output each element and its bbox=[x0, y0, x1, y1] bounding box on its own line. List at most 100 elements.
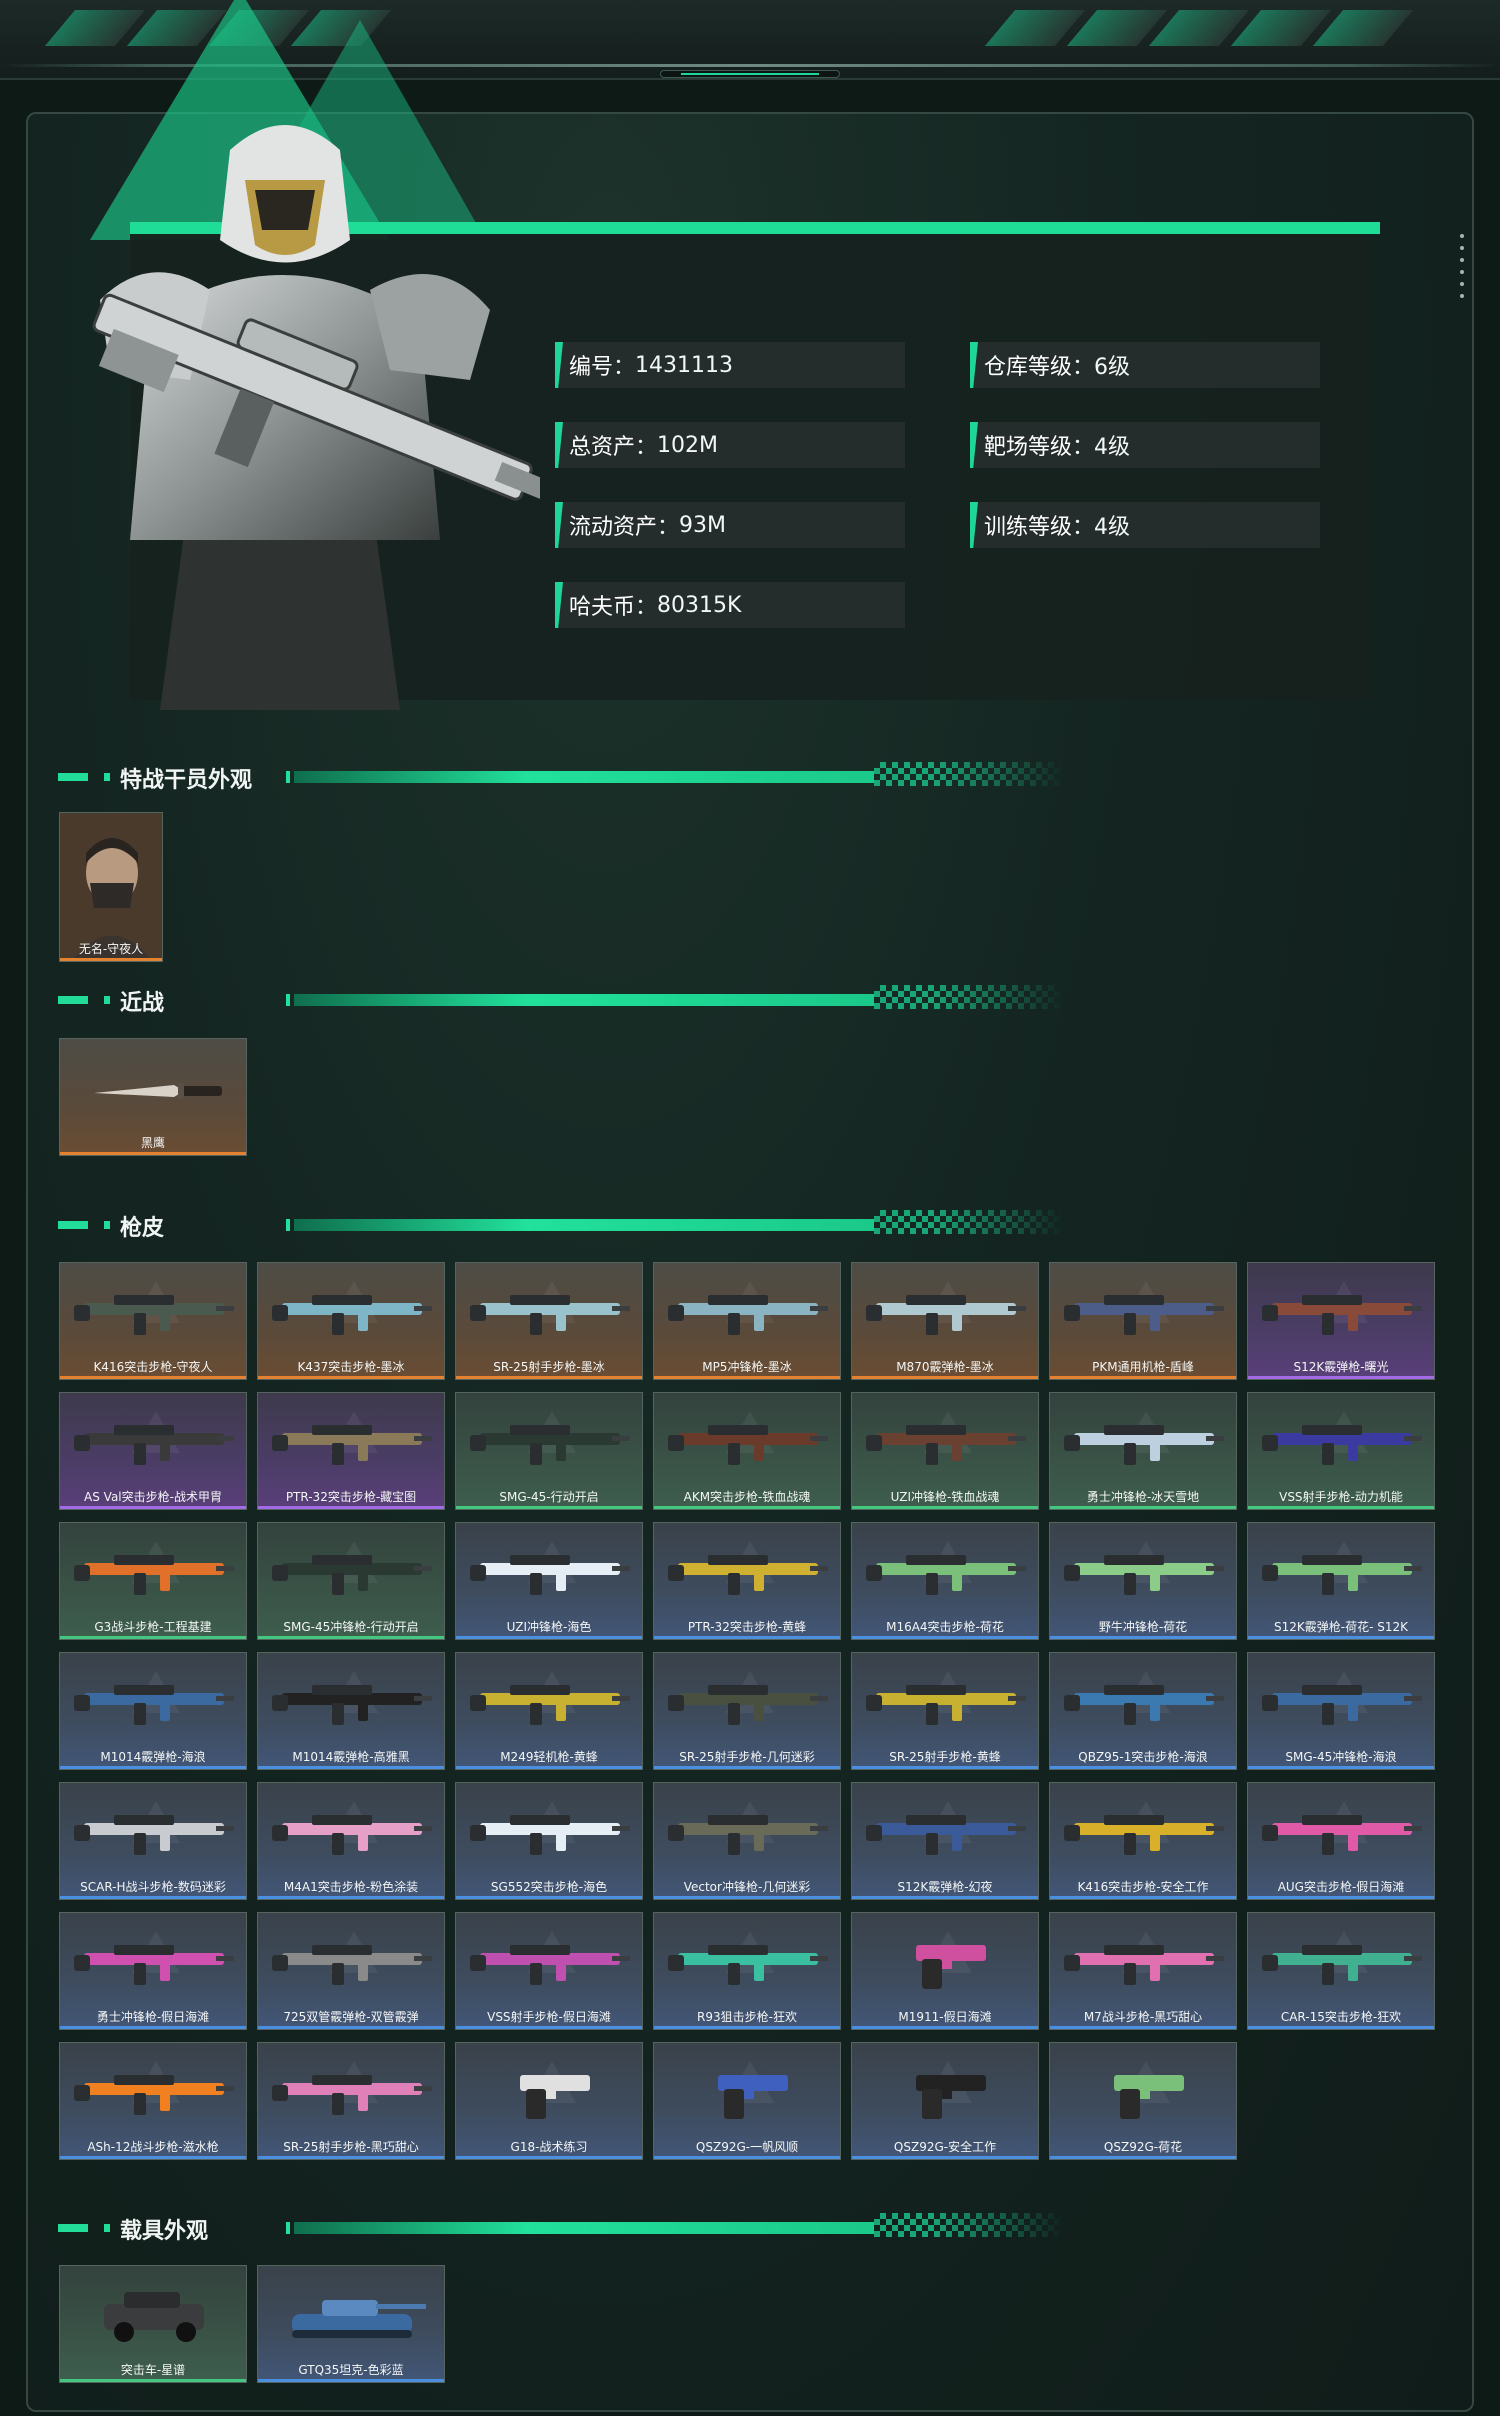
rarity-bar bbox=[60, 1506, 246, 1509]
gunskin-card[interactable]: M4A1突击步枪-粉色涂装 bbox=[257, 1782, 445, 1900]
melee-card[interactable]: 黑鹰 bbox=[59, 1038, 247, 1156]
gunskin-card[interactable]: G3战斗步枪-工程基建 bbox=[59, 1522, 247, 1640]
section-header-operator: 特战干员外观 bbox=[58, 762, 1068, 793]
item-label: M16A4突击步枪-荷花 bbox=[886, 1620, 1004, 1634]
gunskin-card[interactable]: QSZ92G-荷花 bbox=[1049, 2042, 1237, 2160]
gunskin-card[interactable]: SR-25射手步枪-黄蜂 bbox=[851, 1652, 1039, 1770]
gunskin-card[interactable]: S12K霰弹枪-曙光 bbox=[1247, 1262, 1435, 1380]
item-label: 野牛冲锋枪-荷花 bbox=[1098, 1620, 1188, 1634]
item-label: SG552突击步枪-海色 bbox=[490, 1880, 608, 1894]
gunskin-card[interactable]: AUG突击步枪-假日海滩 bbox=[1247, 1782, 1435, 1900]
vehicle-card[interactable]: 突击车-星谱 bbox=[59, 2265, 247, 2383]
rarity-bar bbox=[60, 1896, 246, 1899]
gunskin-card[interactable]: CAR-15突击步枪-狂欢 bbox=[1247, 1912, 1435, 2030]
gunskin-card[interactable]: 野牛冲锋枪-荷花 bbox=[1049, 1522, 1237, 1640]
item-label: S12K霰弹枪-荷花- S12K bbox=[1274, 1620, 1408, 1634]
gunskin-card[interactable]: Vector冲锋枪-几何迷彩 bbox=[653, 1782, 841, 1900]
item-label: PKM通用机枪-盾峰 bbox=[1092, 1360, 1194, 1374]
item-label: SMG-45冲锋枪-海浪 bbox=[1285, 1750, 1397, 1764]
scroll-dots[interactable] bbox=[1460, 234, 1464, 306]
rarity-bar bbox=[258, 2026, 444, 2029]
gun-icon bbox=[916, 2075, 986, 2119]
gunskin-card[interactable]: QSZ92G-安全工作 bbox=[851, 2042, 1039, 2160]
gun-icon bbox=[668, 1295, 828, 1335]
gunskin-card[interactable]: PKM通用机枪-盾峰 bbox=[1049, 1262, 1237, 1380]
gun-icon bbox=[74, 1295, 234, 1335]
gunskin-card[interactable]: UZI冲锋枪-铁血战魂 bbox=[851, 1392, 1039, 1510]
gunskin-card[interactable]: AS Val突击步枪-战术甲胄 bbox=[59, 1392, 247, 1510]
gunskin-card[interactable]: SR-25射手步枪-几何迷彩 bbox=[653, 1652, 841, 1770]
gunskin-card[interactable]: S12K霰弹枪-幻夜 bbox=[851, 1782, 1039, 1900]
item-label: AKM突击步枪-铁血战魂 bbox=[683, 1490, 811, 1504]
vehicle-card[interactable]: GTQ35坦克-色彩蓝 bbox=[257, 2265, 445, 2383]
gunskin-card[interactable]: SG552突击步枪-海色 bbox=[455, 1782, 643, 1900]
gun-icon bbox=[470, 1945, 630, 1985]
item-label: QBZ95-1突击步枪-海浪 bbox=[1078, 1750, 1208, 1764]
gun-icon bbox=[1064, 1295, 1224, 1335]
gun-icon bbox=[470, 1295, 630, 1335]
rarity-bar bbox=[852, 2026, 1038, 2029]
gunskin-card[interactable]: M1014霰弹枪-海浪 bbox=[59, 1652, 247, 1770]
gunskin-card[interactable]: ASh-12战斗步枪-滋水枪 bbox=[59, 2042, 247, 2160]
gun-icon bbox=[668, 1685, 828, 1725]
gunskin-card[interactable]: 勇士冲锋枪-假日海滩 bbox=[59, 1912, 247, 2030]
item-label: S12K霰弹枪-幻夜 bbox=[897, 1880, 993, 1894]
gunskin-card[interactable]: R93狙击步枪-狂欢 bbox=[653, 1912, 841, 2030]
gunskin-card[interactable]: M870霰弹枪-墨冰 bbox=[851, 1262, 1039, 1380]
item-label: SMG-45冲锋枪-行动开启 bbox=[283, 1620, 419, 1634]
gun-icon bbox=[1262, 1425, 1422, 1465]
gunskin-card[interactable]: 勇士冲锋枪-冰天雪地 bbox=[1049, 1392, 1237, 1510]
gunskin-card[interactable]: S12K霰弹枪-荷花- S12K bbox=[1247, 1522, 1435, 1640]
gun-icon bbox=[74, 1555, 234, 1595]
gunskin-card[interactable]: SMG-45冲锋枪-海浪 bbox=[1247, 1652, 1435, 1770]
gunskin-card[interactable]: PTR-32突击步枪-黄蜂 bbox=[653, 1522, 841, 1640]
gunskin-card[interactable]: UZI冲锋枪-海色 bbox=[455, 1522, 643, 1640]
item-label: M870霰弹枪-墨冰 bbox=[896, 1360, 994, 1374]
gunskin-card[interactable]: QBZ95-1突击步枪-海浪 bbox=[1049, 1652, 1237, 1770]
item-label: VSS射手步枪-动力机能 bbox=[1279, 1490, 1403, 1504]
gunskin-card[interactable]: G18-战术练习 bbox=[455, 2042, 643, 2160]
gun-icon bbox=[866, 1295, 1026, 1335]
gun-icon bbox=[866, 1685, 1026, 1725]
gunskin-card[interactable]: K416突击步枪-安全工作 bbox=[1049, 1782, 1237, 1900]
gunskin-card[interactable]: SMG-45冲锋枪-行动开启 bbox=[257, 1522, 445, 1640]
item-label: K416突击步枪-安全工作 bbox=[1077, 1880, 1209, 1894]
gunskin-card[interactable]: MP5冲锋枪-墨冰 bbox=[653, 1262, 841, 1380]
gunskin-card[interactable]: K437突击步枪-墨冰 bbox=[257, 1262, 445, 1380]
gun-icon bbox=[272, 2075, 432, 2115]
gunskin-card[interactable]: SR-25射手步枪-黑巧甜心 bbox=[257, 2042, 445, 2160]
item-label: AS Val突击步枪-战术甲胄 bbox=[84, 1490, 222, 1504]
rarity-bar bbox=[258, 2156, 444, 2159]
gunskin-card[interactable]: K416突击步枪-守夜人 bbox=[59, 1262, 247, 1380]
rarity-bar bbox=[1248, 1766, 1434, 1769]
item-label: UZI冲锋枪-铁血战魂 bbox=[890, 1490, 1000, 1504]
rarity-bar bbox=[60, 2156, 246, 2159]
gunskin-card[interactable]: PTR-32突击步枪-藏宝图 bbox=[257, 1392, 445, 1510]
gunskin-card[interactable]: VSS射手步枪-假日海滩 bbox=[455, 1912, 643, 2030]
rarity-bar bbox=[654, 1766, 840, 1769]
item-label: 725双管霰弹枪-双管霰弹 bbox=[283, 2010, 419, 2024]
stat-value: 102M bbox=[657, 432, 719, 458]
gun-icon bbox=[272, 1425, 432, 1465]
gunskin-card[interactable]: VSS射手步枪-动力机能 bbox=[1247, 1392, 1435, 1510]
gunskin-card[interactable]: SCAR-H战斗步枪-数码迷彩 bbox=[59, 1782, 247, 1900]
gunskin-card[interactable]: M1911-假日海滩 bbox=[851, 1912, 1039, 2030]
gunskin-card[interactable]: AKM突击步枪-铁血战魂 bbox=[653, 1392, 841, 1510]
gunskin-card[interactable]: 725双管霰弹枪-双管霰弹 bbox=[257, 1912, 445, 2030]
gun-icon bbox=[272, 1555, 432, 1595]
gunskin-card[interactable]: M7战斗步枪-黑巧甜心 bbox=[1049, 1912, 1237, 2030]
item-label: 突击车-星谱 bbox=[120, 2363, 186, 2377]
gunskin-card[interactable]: M249轻机枪-黄蜂 bbox=[455, 1652, 643, 1770]
stat-liquid-assets: 流动资产： 93M bbox=[555, 502, 905, 548]
gunskin-card[interactable]: SR-25射手步枪-墨冰 bbox=[455, 1262, 643, 1380]
gunskin-card[interactable]: QSZ92G-一帆风顺 bbox=[653, 2042, 841, 2160]
stat-value: 4级 bbox=[1094, 515, 1131, 540]
gunskin-card[interactable]: SMG-45-行动开启 bbox=[455, 1392, 643, 1510]
operator-card[interactable]: 无名-守夜人 bbox=[59, 812, 163, 962]
item-label: SR-25射手步枪-墨冰 bbox=[493, 1360, 605, 1374]
gunskin-card[interactable]: M16A4突击步枪-荷花 bbox=[851, 1522, 1039, 1640]
item-label: S12K霰弹枪-曙光 bbox=[1293, 1360, 1389, 1374]
stat-value: 80315K bbox=[657, 592, 742, 618]
rarity-bar bbox=[654, 1636, 840, 1639]
gunskin-card[interactable]: M1014霰弹枪-高雅黑 bbox=[257, 1652, 445, 1770]
